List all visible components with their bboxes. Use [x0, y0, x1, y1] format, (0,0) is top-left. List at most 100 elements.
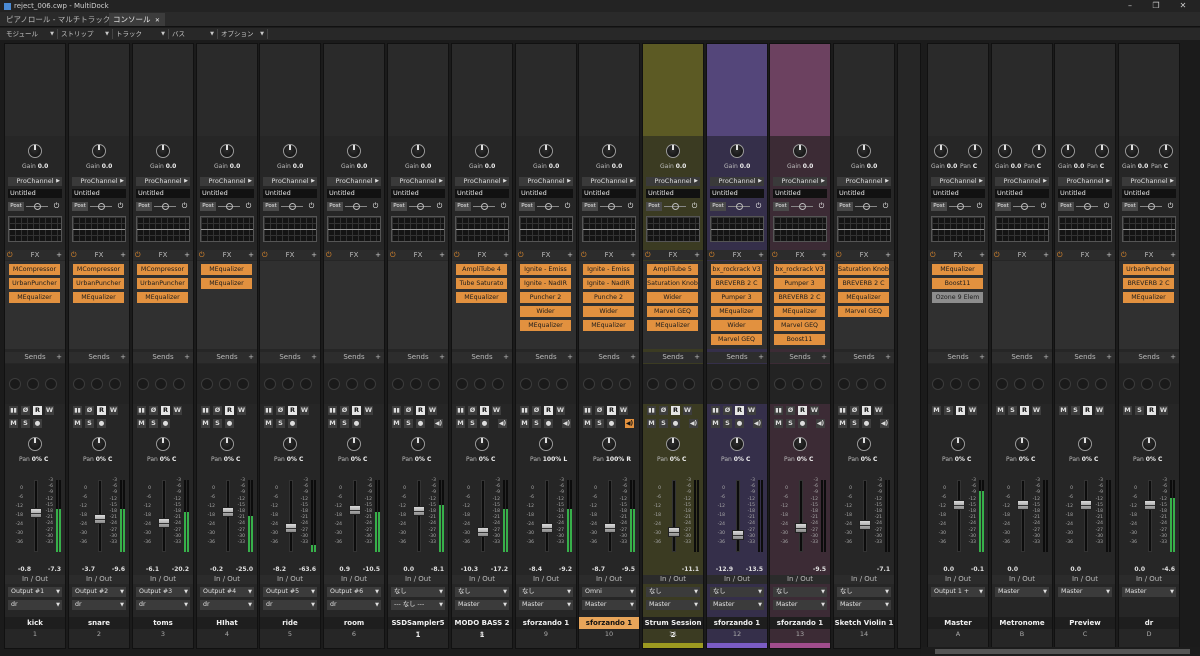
fx-power-icon[interactable]: ⏻: [518, 250, 524, 260]
record-arm-button[interactable]: ●: [33, 419, 42, 428]
record-arm-button[interactable]: ●: [225, 419, 234, 428]
prochannel-preset-field[interactable]: Untitled: [455, 189, 509, 198]
pan-knob[interactable]: [283, 437, 297, 451]
add-send-icon[interactable]: +: [567, 352, 573, 363]
fx-plugin[interactable]: Wider: [520, 306, 571, 317]
fx-plugin[interactable]: MEqualizer: [73, 292, 124, 303]
input-gain-knob[interactable]: [998, 144, 1012, 158]
tab-console[interactable]: コンソール ✕: [109, 13, 165, 26]
close-window-button[interactable]: ✕: [1176, 0, 1190, 12]
post-button[interactable]: Post: [931, 202, 947, 211]
add-fx-icon[interactable]: +: [439, 250, 445, 260]
write-button[interactable]: W: [619, 406, 628, 415]
prochannel-preset-field[interactable]: Untitled: [773, 189, 827, 198]
fx-plugin[interactable]: BREVERB 2 C: [1123, 278, 1174, 289]
fader-track[interactable]: [672, 480, 676, 552]
fader-track[interactable]: [1021, 480, 1025, 552]
mute-button[interactable]: M: [583, 419, 592, 428]
bus-name[interactable]: dr: [1119, 617, 1179, 629]
input-selector[interactable]: dr ▼: [200, 600, 254, 610]
eq-graph[interactable]: [837, 216, 891, 242]
add-send-icon[interactable]: +: [1170, 352, 1176, 363]
power-icon[interactable]: ⏻: [563, 202, 572, 211]
add-fx-icon[interactable]: +: [630, 250, 636, 260]
post-button[interactable]: Post: [837, 202, 853, 211]
fx-power-icon[interactable]: ⏻: [390, 250, 396, 260]
pan-knob[interactable]: [28, 437, 42, 451]
fx-plugin[interactable]: MEqualizer: [932, 264, 983, 275]
pan-knob[interactable]: [602, 437, 616, 451]
fx-power-icon[interactable]: ⏻: [645, 250, 651, 260]
input-selector[interactable]: dr ▼: [327, 600, 381, 610]
mute-button[interactable]: M: [264, 419, 273, 428]
fader-track[interactable]: [353, 480, 357, 552]
read-button[interactable]: R: [798, 406, 807, 415]
write-button[interactable]: W: [364, 406, 373, 415]
post-button[interactable]: Post: [327, 202, 343, 211]
mute-button[interactable]: M: [996, 406, 1005, 415]
track-name[interactable]: room: [324, 617, 384, 629]
prochannel-header[interactable]: ProChannel ▶: [519, 177, 573, 186]
write-button[interactable]: W: [968, 406, 977, 415]
add-send-icon[interactable]: +: [56, 352, 62, 363]
fx-power-icon[interactable]: ⏻: [454, 250, 460, 260]
add-fx-icon[interactable]: +: [758, 250, 764, 260]
input-monitor-icon[interactable]: ◀): [498, 419, 507, 428]
post-button[interactable]: Post: [8, 202, 24, 211]
fx-plugin[interactable]: UrbanPuncher: [73, 278, 124, 289]
prochannel-preset-field[interactable]: Untitled: [837, 189, 891, 198]
input-selector[interactable]: Master ▼: [710, 600, 764, 610]
bus-name[interactable]: Master: [928, 617, 988, 629]
input-pan-knob[interactable]: [1095, 144, 1109, 158]
solo-button[interactable]: S: [85, 419, 94, 428]
fader-track[interactable]: [736, 480, 740, 552]
fx-power-icon[interactable]: ⏻: [836, 250, 842, 260]
read-button[interactable]: R: [352, 406, 361, 415]
prochannel-preset-field[interactable]: Untitled: [646, 189, 700, 198]
prochannel-header[interactable]: ProChannel ▶: [200, 177, 254, 186]
prochannel-header[interactable]: ProChannel ▶: [837, 177, 891, 186]
eq-graph[interactable]: [710, 216, 764, 242]
record-arm-button[interactable]: ●: [97, 419, 106, 428]
phase-button[interactable]: Ø: [468, 406, 477, 415]
input-selector[interactable]: Master ▼: [519, 600, 573, 610]
input-monitor-icon[interactable]: ◀): [434, 419, 443, 428]
input-echo-button[interactable]: ▮▮: [647, 406, 656, 415]
output-selector[interactable]: なし ▼: [455, 587, 509, 597]
prochannel-header[interactable]: ProChannel ▶: [582, 177, 636, 186]
fx-plugin[interactable]: MEqualizer: [9, 292, 60, 303]
pan-knob[interactable]: [1078, 437, 1092, 451]
write-button[interactable]: W: [45, 406, 54, 415]
input-gain-knob[interactable]: [92, 144, 106, 158]
phase-button[interactable]: Ø: [149, 406, 158, 415]
fx-plugin[interactable]: Wider: [647, 292, 698, 303]
power-icon[interactable]: ⏻: [975, 202, 984, 211]
input-gain-knob[interactable]: [1125, 144, 1139, 158]
mute-button[interactable]: M: [1059, 406, 1068, 415]
scrollbar-thumb[interactable]: [935, 649, 1190, 654]
phase-button[interactable]: Ø: [786, 406, 795, 415]
input-monitor-icon[interactable]: ◀): [625, 419, 634, 428]
input-gain-knob[interactable]: [347, 144, 361, 158]
input-gain-knob[interactable]: [539, 144, 553, 158]
add-fx-icon[interactable]: +: [120, 250, 126, 260]
prochannel-preset-field[interactable]: Untitled: [1058, 189, 1112, 198]
record-button[interactable]: R: [1020, 406, 1029, 415]
add-fx-icon[interactable]: +: [979, 250, 985, 260]
post-button[interactable]: Post: [773, 202, 789, 211]
input-echo-button[interactable]: ▮▮: [520, 406, 529, 415]
horizontal-scrollbar[interactable]: [921, 647, 1200, 656]
record-arm-button[interactable]: ●: [607, 419, 616, 428]
bus-name[interactable]: Metronome: [992, 617, 1052, 629]
track-name[interactable]: sforzando 1: [707, 617, 767, 629]
fx-plugin[interactable]: MEqualizer: [838, 292, 889, 303]
phase-button[interactable]: Ø: [850, 406, 859, 415]
phase-button[interactable]: Ø: [532, 406, 541, 415]
tab-piano-roll[interactable]: ピアノロール - マルチトラック: [2, 13, 114, 26]
track-name[interactable]: Sketch Violin 1: [834, 617, 894, 629]
add-send-icon[interactable]: +: [248, 352, 254, 363]
fx-plugin[interactable]: MEqualizer: [201, 264, 252, 275]
prochannel-preset-field[interactable]: Untitled: [200, 189, 254, 198]
power-icon[interactable]: ⏻: [626, 202, 635, 211]
pan-knob[interactable]: [156, 437, 170, 451]
